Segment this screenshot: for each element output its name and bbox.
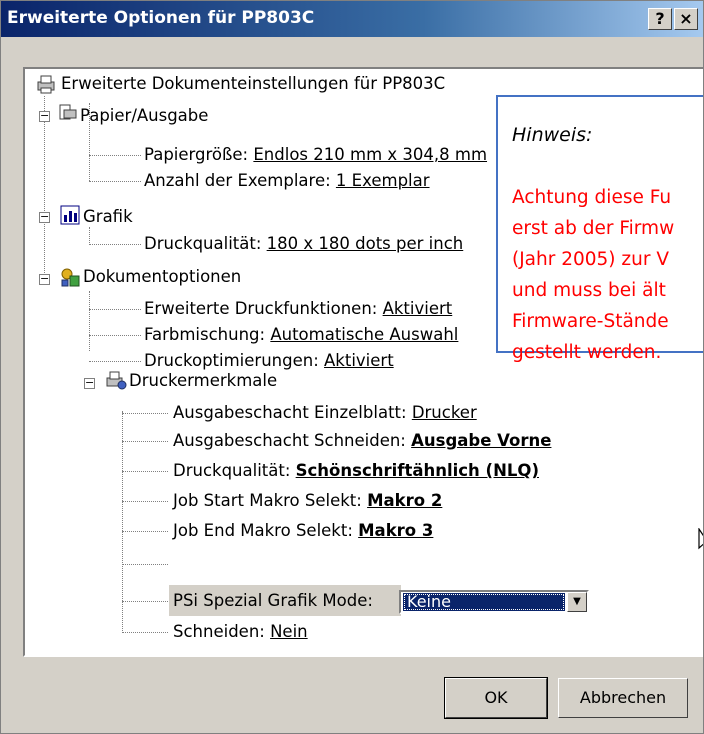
tree-item-copies[interactable]: Anzahl der Exemplare: 1 Exemplar [144, 168, 430, 194]
hint-line: Achtung diese Fu [512, 187, 672, 208]
dropdown-arrow-icon[interactable]: ▼ [567, 592, 587, 612]
tree-line [44, 96, 45, 281]
tree-item-paper-size[interactable]: Papiergröße: Endlos 210 mm x 304,8 mm [144, 142, 487, 168]
hint-line: erst ab der Firmw [512, 218, 675, 239]
tree-item-graphics-quality[interactable]: Druckqualität: 180 x 180 dots per inch [144, 231, 463, 257]
window-title: Erweiterte Optionen für PP803C [7, 8, 315, 28]
tree-line [122, 471, 168, 472]
psi-graphics-mode-value[interactable]: Keine [403, 593, 565, 611]
close-button[interactable]: × [674, 8, 698, 30]
hint-callout: Hinweis: Achtung diese Fu erst ab der Fi… [496, 95, 703, 363]
hint-line: und muss bei ält [512, 280, 666, 301]
cut-label: Schneiden: [173, 622, 271, 641]
tree-line [89, 155, 141, 156]
paper-output-icon [59, 104, 77, 120]
tree-line [122, 531, 168, 532]
tree-line [89, 335, 141, 336]
collapse-toggle-paper[interactable]: − [39, 110, 50, 122]
job-start-macro-label: Job Start Makro Selekt: [173, 491, 368, 510]
advanced-options-dialog: Erweiterte Optionen für PP803C ? × Erwei… [0, 0, 704, 734]
advanced-printing-label: Erweiterte Druckfunktionen: [144, 299, 383, 318]
tree-item-advanced-printing[interactable]: Erweiterte Druckfunktionen: Aktiviert [144, 296, 452, 322]
paper-size-value[interactable]: Endlos 210 mm x 304,8 mm [253, 145, 487, 164]
copies-value[interactable]: 1 Exemplar [336, 171, 430, 190]
print-quality-label: Druckqualität: [173, 461, 296, 480]
tree-item-color-mixing[interactable]: Farbmischung: Automatische Auswahl [144, 322, 458, 348]
help-button[interactable]: ? [648, 8, 672, 30]
collapse-toggle-printer-features[interactable]: − [84, 377, 95, 389]
document-options-icon [61, 268, 80, 287]
tree-line [122, 413, 168, 414]
tray-cut-value[interactable]: Ausgabe Vorne [411, 431, 551, 450]
tree-item-tray-single-sheet[interactable]: Ausgabeschacht Einzelblatt: Drucker [173, 400, 477, 426]
tree-line [122, 411, 123, 633]
tray-single-sheet-value[interactable]: Drucker [412, 403, 477, 422]
color-mixing-label: Farbmischung: [144, 325, 271, 344]
tree-item-graphics[interactable]: Grafik [83, 204, 133, 230]
job-end-macro-label: Job End Makro Selekt: [173, 521, 359, 540]
paper-size-label: Papiergröße: [144, 145, 254, 164]
hint-line: (Jahr 2005) zur V [512, 249, 669, 270]
print-optimizations-value[interactable]: Aktiviert [324, 351, 394, 370]
tree-item-job-start-macro[interactable]: Job Start Makro Selekt: Makro 2 [173, 488, 442, 514]
cancel-button[interactable]: Abbrechen [558, 678, 688, 718]
collapse-toggle-document-options[interactable]: − [39, 273, 50, 285]
tree-item-job-end-macro[interactable]: Job End Makro Selekt: Makro 3 [173, 518, 433, 544]
tree-line [89, 291, 90, 351]
job-start-macro-value[interactable]: Makro 2 [367, 491, 442, 510]
tree-line [89, 309, 141, 310]
tree-line [89, 181, 141, 182]
tree-item-printer-features[interactable]: Druckermerkmale [129, 368, 277, 394]
printer-features-icon [106, 371, 127, 390]
tray-single-sheet-label: Ausgabeschacht Einzelblatt: [173, 403, 412, 422]
tree-line [122, 441, 168, 442]
tree-line [89, 244, 141, 245]
print-quality-value[interactable]: Schönschriftähnlich (NLQ) [296, 461, 539, 480]
printer-icon [37, 75, 55, 94]
title-bar[interactable]: Erweiterte Optionen für PP803C ? × [1, 1, 703, 37]
tree-item-print-quality[interactable]: Druckqualität: Schönschriftähnlich (NLQ) [173, 458, 539, 484]
hint-line: gestellt werden. [512, 342, 662, 363]
color-mixing-value[interactable]: Automatische Auswahl [270, 325, 458, 344]
tree-item-paper[interactable]: Papier/Ausgabe [80, 103, 208, 129]
cut-value[interactable]: Nein [270, 622, 308, 641]
ok-button[interactable]: OK [445, 678, 547, 718]
tray-cut-label: Ausgabeschacht Schneiden: [173, 431, 412, 450]
chart-icon [60, 205, 80, 225]
hint-title: Hinweis: [512, 124, 593, 146]
copies-label: Anzahl der Exemplare: [144, 171, 336, 190]
tree-line [122, 632, 168, 633]
hint-body: Achtung diese Fu erst ab der Firmw (Jahr… [512, 182, 674, 368]
tree-item-cut[interactable]: Schneiden: Nein [173, 619, 308, 645]
tree-line [89, 361, 141, 362]
psi-graphics-mode-select[interactable]: Keine ▼ [399, 590, 589, 614]
tree-line [122, 601, 168, 602]
tree-line [122, 501, 168, 502]
collapse-toggle-graphics[interactable]: − [39, 211, 50, 223]
tree-item-tray-cut[interactable]: Ausgabeschacht Schneiden: Ausgabe Vorne [173, 428, 551, 454]
tree-item-document-options[interactable]: Dokumentoptionen [83, 264, 241, 290]
tree-item-psi-graphics-mode[interactable]: PSi Spezial Grafik Mode: [173, 588, 373, 614]
job-end-macro-value[interactable]: Makro 3 [358, 521, 433, 540]
hint-line: Firmware-Stände [512, 311, 669, 332]
tree-line [122, 564, 168, 565]
advanced-printing-value[interactable]: Aktiviert [383, 299, 453, 318]
tree-root-label: Erweiterte Dokumenteinstellungen für PP8… [61, 74, 446, 93]
mouse-cursor-icon [698, 528, 703, 550]
graphics-quality-value[interactable]: 180 x 180 dots per inch [267, 234, 464, 253]
graphics-quality-label: Druckqualität: [144, 234, 267, 253]
